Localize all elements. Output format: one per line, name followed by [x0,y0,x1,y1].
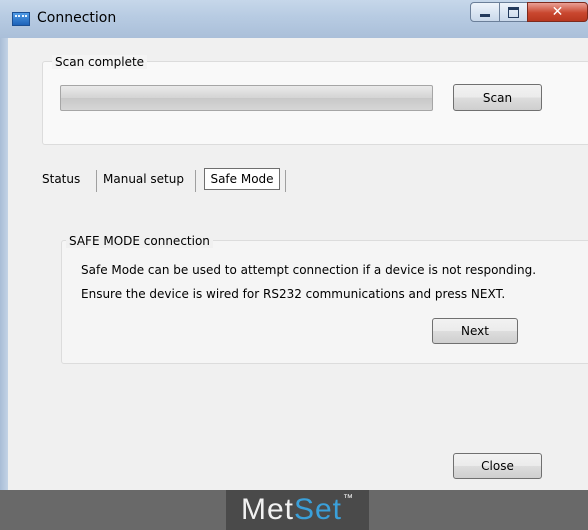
metset-logo: Met Set ™ [226,490,369,530]
scan-progress-bar [60,85,433,111]
logo-trademark: ™ [343,492,355,504]
scan-status-label: Scan complete [52,55,148,69]
minimize-button[interactable] [470,2,500,22]
scan-button[interactable]: Scan [453,84,542,111]
close-window-button[interactable]: ✕ [527,2,588,22]
logo-text-set: Set [293,493,343,526]
tab-status[interactable]: Status [42,172,80,186]
safe-mode-description: Safe Mode can be used to attempt connect… [81,263,537,277]
title-bar[interactable]: Connection ✕ [0,0,588,38]
window-title: Connection [37,10,117,26]
logo-text-met: Met [240,493,294,526]
safe-mode-instruction: Ensure the device is wired for RS232 com… [81,287,506,301]
tab-divider [96,170,97,192]
next-button[interactable]: Next [432,318,518,344]
close-button[interactable]: Close [453,453,542,479]
safe-mode-group-box [61,240,588,364]
maximize-icon [500,3,527,21]
safe-mode-legend: SAFE MODE connection [66,234,213,248]
maximize-button[interactable] [499,2,528,22]
tab-safe-mode[interactable]: Safe Mode [204,168,280,190]
close-icon: ✕ [551,4,564,20]
connection-window: Connection ✕ Scan complete Scan Status M… [0,0,588,530]
window-client-area: Scan complete Scan Status Manual setup S… [8,38,588,490]
tab-divider [195,170,196,192]
app-window-icon [12,12,30,26]
tab-divider [285,170,286,192]
window-left-border [0,38,8,490]
tab-manual-setup[interactable]: Manual setup [103,172,184,186]
minimize-icon [471,3,499,21]
